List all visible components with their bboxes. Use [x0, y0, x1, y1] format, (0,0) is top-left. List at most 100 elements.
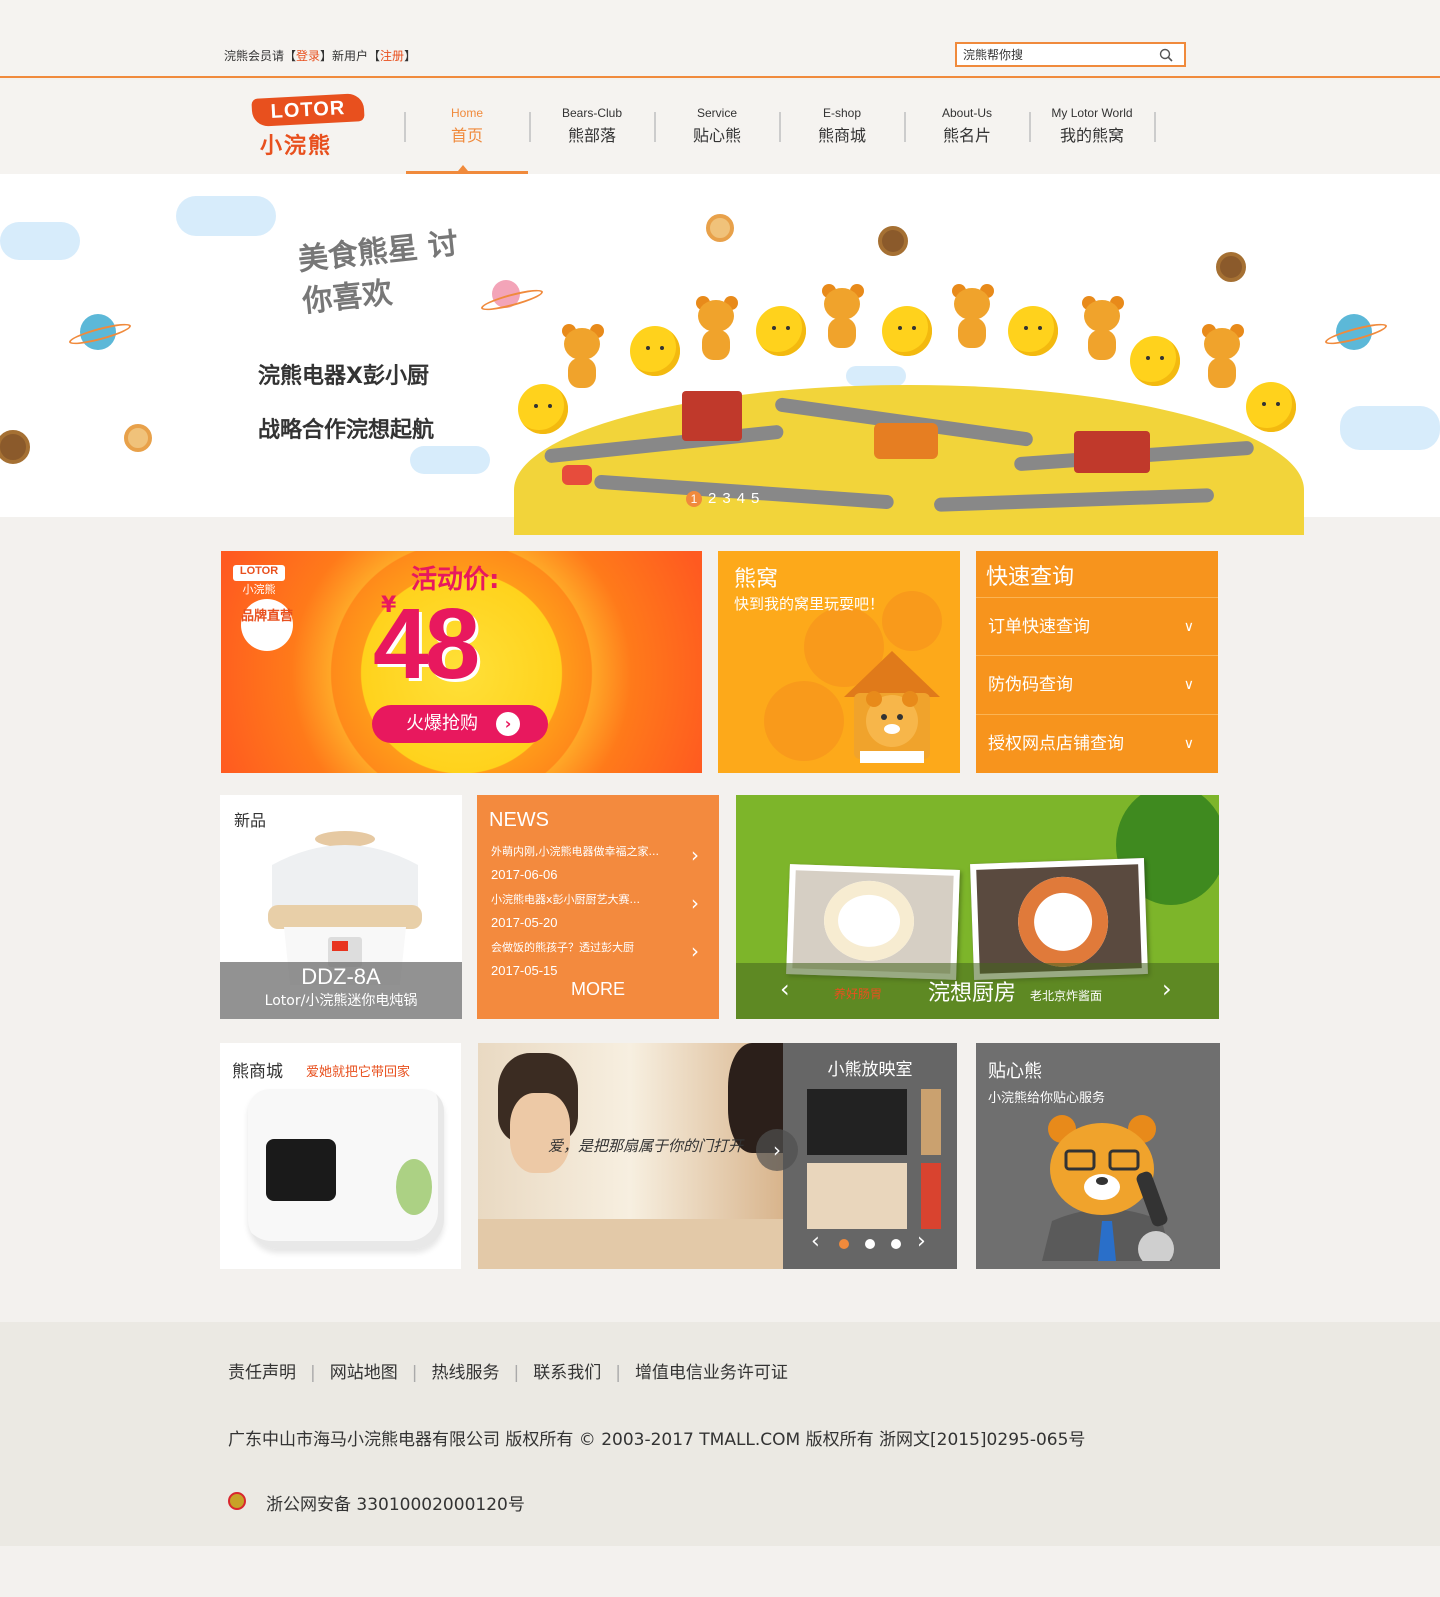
video-thumbnail[interactable] [921, 1089, 941, 1155]
banner-dot[interactable]: 3 [722, 490, 730, 507]
news-date: 2017-06-06 [491, 867, 558, 882]
login-link[interactable]: 登录 [296, 49, 320, 63]
service-card[interactable]: 贴心熊 小浣熊给你贴心服务 [976, 1043, 1220, 1269]
service-bear-icon [1042, 1115, 1174, 1261]
logo[interactable]: LOTOR 小浣熊 [248, 93, 368, 160]
nav-item-eshop[interactable]: E-shop 熊商城 [780, 106, 904, 156]
dumpling-icon [0, 430, 30, 464]
banner-dot[interactable]: 4 [737, 490, 745, 507]
chevron-right-icon: › [691, 891, 699, 915]
nav-label-en: My Lotor World [1051, 106, 1133, 120]
news-item[interactable]: 外萌内刚,小浣熊电器做幸福之家... 2017-06-06 › [491, 843, 705, 882]
footer-link-contact[interactable]: 联系我们 [533, 1363, 601, 1383]
authorized-store-query-item[interactable]: 授权网点店铺查询 ∨ [976, 714, 1218, 772]
nav-label-en: E-shop [822, 106, 862, 120]
table [478, 1219, 783, 1269]
footer-link-divider: | [615, 1363, 621, 1383]
footer-link-disclaimer[interactable]: 责任声明 [228, 1363, 296, 1383]
banner-dot-active[interactable]: 1 [686, 491, 702, 507]
search-icon[interactable] [1158, 47, 1174, 63]
news-more-link[interactable]: MORE [477, 979, 719, 1000]
pizza-icon [124, 424, 152, 452]
nav-active-caret-icon [458, 165, 468, 171]
smiley-sun-icon [630, 326, 680, 376]
cloud-icon [846, 366, 906, 386]
footer-police-record[interactable]: 浙公网安备 33010002000120号 [266, 1490, 525, 1515]
truck-icon [1074, 431, 1150, 473]
banner-headline-1: 浣熊电器X彭小厨 [258, 364, 429, 389]
search-input[interactable] [963, 46, 1153, 63]
footer-link-divider: | [411, 1363, 418, 1383]
carousel-dot-active[interactable] [839, 1239, 849, 1249]
vegetable-print [396, 1159, 432, 1215]
product-name: Lotor/小浣熊迷你电炖锅 [264, 993, 418, 1009]
footer-links: 责任声明 | 网站地图 | 热线服务 | 联系我们 | 增值电信业务许可证 [228, 1358, 788, 1383]
kitchen-tag: 养好肠胃 [834, 987, 883, 1001]
video-quote: 爱，是把那扇属于你的门打开 [548, 1137, 744, 1155]
shop-building [682, 391, 742, 441]
nav-label-cn: 熊商城 [817, 126, 866, 145]
quick-query-panel: 快速查询 订单快速查询 ∨ 防伪码查询 ∨ 授权网点店铺查询 ∨ [976, 551, 1218, 773]
smiley-sun-icon [756, 306, 806, 356]
footer-link-hotline[interactable]: 热线服务 [431, 1363, 499, 1383]
dumpling-icon [878, 226, 908, 256]
news-item[interactable]: 会做饭的熊孩子？透过彭大厨 2017-05-15 › [491, 939, 705, 978]
bear-den-card[interactable]: 熊窝 快到我的窝里玩耍吧！ [718, 551, 960, 773]
nav-item-my-lotor-world[interactable]: My Lotor World 我的熊窝 [1030, 106, 1154, 156]
nav-item-home[interactable]: Home 首页 [405, 106, 529, 156]
kitchen-card[interactable]: ‹ 养好肠胃 浣想厨房 老北京炸酱面 › [736, 795, 1219, 1019]
carousel-dot[interactable] [865, 1239, 875, 1249]
video-thumbnail[interactable] [807, 1089, 907, 1155]
news-headline: 小浣熊电器x彭小厨厨艺大赛... [491, 893, 640, 906]
new-product-card[interactable]: 新品 DDZ-8A Lotor/小浣熊迷你电炖锅 [220, 795, 462, 1019]
buy-now-button[interactable]: 火爆抢购 › [372, 705, 548, 743]
carousel-dot[interactable] [891, 1239, 901, 1249]
order-query-item[interactable]: 订单快速查询 ∨ [976, 597, 1218, 655]
quick-query-label: 防伪码查询 [988, 675, 1073, 695]
chevron-down-icon: ∨ [1183, 677, 1194, 693]
video-thumbnail[interactable] [921, 1163, 941, 1229]
den-title: 熊窝 [734, 567, 779, 592]
video-cover-image[interactable]: 爱，是把那扇属于你的门打开 [478, 1043, 788, 1269]
footer-copyright: 广东中山市海马小浣熊电器有限公司 版权所有 © 2003-2017 TMALL.… [228, 1430, 1086, 1450]
buy-now-label: 火爆抢购 [406, 713, 478, 734]
police-badge-icon [228, 1492, 246, 1510]
logo-sub: 小浣熊 [260, 134, 333, 159]
footer-link-license[interactable]: 增值电信业务许可证 [635, 1363, 788, 1383]
nav-label-en: Service [696, 106, 737, 120]
banner-dot[interactable]: 5 [751, 490, 759, 507]
chevron-right-icon[interactable]: › [1162, 975, 1172, 1003]
road [933, 488, 1215, 512]
login-prompt: 浣熊会员请【登录】新用户【注册】 [224, 47, 416, 64]
bear-mascot-icon [1196, 324, 1248, 392]
quick-query-label: 订单快速查询 [988, 617, 1090, 637]
soup-bowl [822, 879, 916, 963]
news-panel: NEWS 外萌内刚,小浣熊电器做幸福之家... 2017-06-06 › 小浣熊… [477, 795, 719, 1019]
banner-pagination: 12345 [686, 490, 765, 507]
chevron-left-icon[interactable]: ‹ [780, 975, 790, 1003]
footer-link-sitemap[interactable]: 网站地图 [330, 1363, 398, 1383]
news-item[interactable]: 小浣熊电器x彭小厨厨艺大赛... 2017-05-20 › [491, 891, 705, 930]
video-next-button[interactable]: › [756, 1129, 798, 1171]
chevron-left-icon[interactable]: ‹ [811, 1229, 820, 1254]
nav-item-bears-club[interactable]: Bears-Club 熊部落 [530, 106, 654, 156]
rice-cooker-display [266, 1139, 336, 1201]
bear-mall-card[interactable]: 熊商城 爱她就把它带回家 [220, 1043, 461, 1269]
planet-icon [1336, 314, 1372, 350]
rice-cooker-product-image [248, 1089, 444, 1249]
video-thumbnail[interactable] [807, 1163, 907, 1229]
promo-logo-brand: LOTOR [233, 565, 285, 581]
nav-item-about-us[interactable]: About-Us 熊名片 [905, 106, 1029, 156]
anti-fake-query-item[interactable]: 防伪码查询 ∨ [976, 655, 1218, 713]
smiley-sun-icon [882, 306, 932, 356]
video-playlist: 小熊放映室 ‹ › [783, 1043, 957, 1269]
news-date: 2017-05-20 [491, 915, 558, 930]
chevron-right-icon[interactable]: › [917, 1229, 926, 1254]
car-icon [562, 465, 592, 485]
promo-card[interactable]: LOTOR 小浣熊 品牌直营 活动价: ¥ 48 火爆抢购 › [221, 551, 702, 773]
noodle-bowl [1016, 875, 1110, 969]
nav-label-cn: 熊部落 [567, 126, 616, 145]
nav-item-service[interactable]: Service 贴心熊 [655, 106, 779, 156]
register-link[interactable]: 注册 [380, 49, 404, 63]
banner-dot[interactable]: 2 [708, 490, 716, 507]
